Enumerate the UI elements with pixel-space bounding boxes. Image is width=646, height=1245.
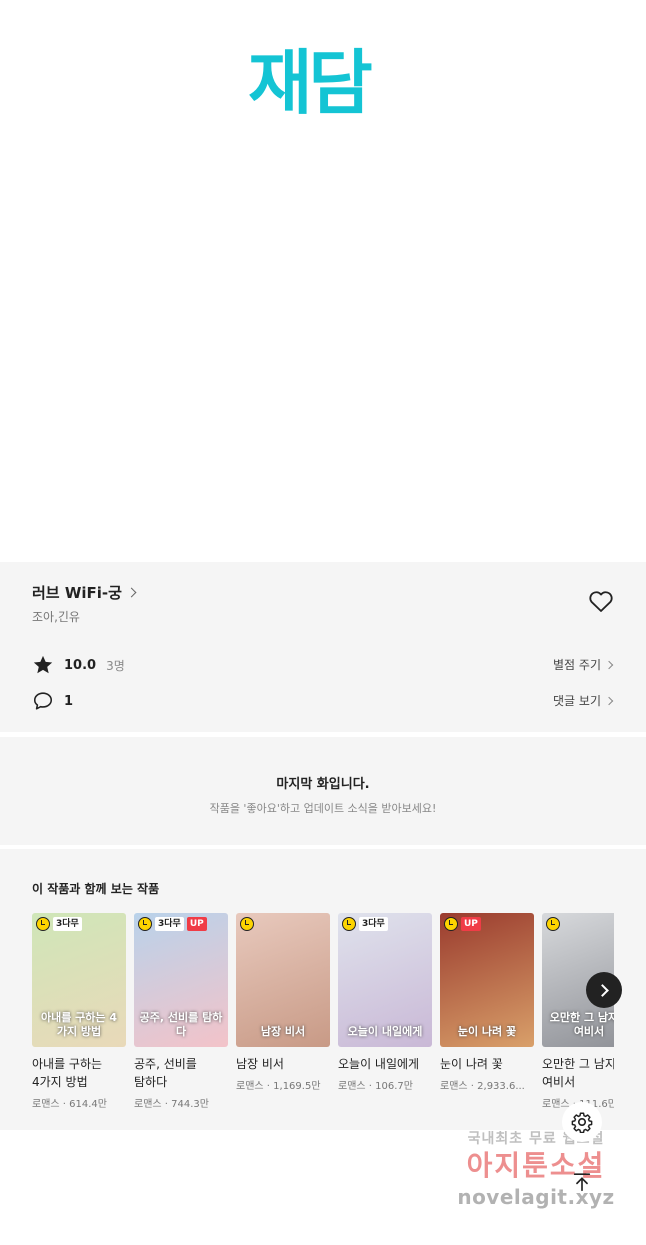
comment-count: 1 (64, 693, 74, 709)
separator: · (161, 1099, 172, 1110)
settings-button[interactable] (562, 1102, 602, 1142)
watermark: 국내최초 무료 웹소설 아지툰소설 novelagit.xyz (446, 1128, 626, 1210)
work-title: 러브 WiFi-궁 (32, 584, 122, 602)
last-episode-notice: 마지막 화입니다. 작품을 '좋아요'하고 업데이트 소식을 받아보세요! (0, 737, 646, 845)
genre: 로맨스 (542, 1099, 570, 1110)
recommendation-meta: 로맨스 · 744.3만 (134, 1095, 228, 1110)
jaedam-logo: 재담 (248, 42, 373, 124)
view-count: 744.3만 (171, 1099, 209, 1110)
separator: · (59, 1099, 70, 1110)
recommendation-meta: 로맨스 · 1,169.5만 (236, 1077, 330, 1092)
clock-icon (138, 917, 152, 931)
recommendation-card[interactable]: 오만한 그 남자의 여비서오만한 그 남지 여비서로맨스 · 111.6만 (542, 913, 614, 1110)
separator: · (467, 1081, 478, 1092)
viewer-area: 재담 (0, 0, 646, 560)
genre: 로맨스 (338, 1081, 366, 1092)
arrow-up-icon (573, 1173, 591, 1192)
chevron-right-icon (604, 660, 614, 669)
recommendation-card[interactable]: 3다무 아내를 구하는 4가지 방법 아내를 구하는 4가지 방법 로맨스 · 614… (32, 913, 126, 1110)
view-count: 614.4만 (69, 1099, 107, 1110)
separator: · (263, 1081, 274, 1092)
cover-image[interactable]: 3다무 UP 공주, 선비를 탐하다 (134, 913, 228, 1047)
view-comments-button[interactable]: 댓글 보기 (553, 692, 614, 709)
clock-icon (342, 917, 356, 931)
recommendation-title: 아내를 구하는 4가지 방법 (32, 1057, 103, 1089)
recommendation-meta: 로맨스 · 106.7만 (338, 1077, 432, 1092)
recommendation-carousel[interactable]: 3다무 아내를 구하는 4가지 방법 아내를 구하는 4가지 방법 로맨스 · 614… (32, 913, 614, 1113)
heart-icon[interactable] (588, 590, 614, 614)
clock-icon (240, 917, 254, 931)
cover-image[interactable]: 3다무오늘이 내일에게 (338, 913, 432, 1047)
recommendations-section: 이 작품과 함께 보는 작품 3다무 아내를 구하는 4가지 방법 아내를 구하는 … (0, 849, 646, 1130)
badge-group: 3다무 (36, 917, 82, 931)
cover-title-art: 공주, 선비를 탐하다 (139, 1011, 223, 1038)
work-title-link[interactable]: 러브 WiFi-궁 (32, 582, 137, 603)
chevron-right-icon (595, 983, 609, 997)
work-info-panel: 러브 WiFi-궁 조아,긴유 10.0 3명 별점 주기 1 댓글 보기 (0, 562, 646, 732)
rate-button[interactable]: 별점 주기 (553, 656, 614, 673)
badge-group: UP (444, 917, 481, 931)
badge-group: 3다무 UP (138, 917, 207, 931)
rating-row: 10.0 3명 (32, 654, 125, 676)
view-count: 106.7만 (375, 1081, 413, 1092)
wait-free-badge: 3다무 (155, 917, 184, 931)
recommendations-heading: 이 작품과 함께 보는 작품 (32, 882, 160, 896)
clock-icon (444, 917, 458, 931)
recommendation-card[interactable]: 3다무 오늘이 내일에게 오늘이 내일에게 로맨스 · 106.7만 (338, 913, 432, 1092)
recommendation-title: 오만한 그 남지 여비서 (542, 1057, 614, 1089)
star-icon (33, 655, 53, 674)
genre: 로맨스 (236, 1081, 264, 1092)
recommendation-title: 오늘이 내일에게 (338, 1057, 420, 1071)
carousel-next-button[interactable] (586, 972, 622, 1008)
view-count: 2,933.6... (477, 1081, 525, 1092)
recommendation-meta: 로맨스 · 614.4만 (32, 1095, 126, 1110)
genre: 로맨스 (134, 1099, 162, 1110)
cover-title-art: 오늘이 내일에게 (347, 1025, 423, 1038)
recommendation-meta: 로맨스 · 2,933.6... (440, 1077, 534, 1092)
recommendation-title: 남장 비서 (236, 1057, 284, 1071)
recommendation-card[interactable]: 3다무 UP 공주, 선비를 탐하다 공주, 선비를 탐하다 로맨스 · 744.3만 (134, 913, 228, 1110)
badge-group (546, 917, 560, 931)
genre: 로맨스 (32, 1099, 60, 1110)
wait-free-badge: 3다무 (359, 917, 388, 931)
rater-count: 3명 (106, 658, 125, 673)
rating-value: 10.0 (64, 657, 97, 673)
comment-bubble-icon (33, 692, 53, 710)
up-badge: UP (186, 917, 207, 931)
genre: 로맨스 (440, 1081, 468, 1092)
gear-icon (571, 1112, 593, 1133)
last-episode-title: 마지막 화입니다. (276, 777, 370, 792)
recommendation-title: 공주, 선비를 탐하다 (134, 1057, 197, 1089)
badge-group (240, 917, 254, 931)
wait-free-badge: 3다무 (53, 917, 82, 931)
cover-title-art: 남장 비서 (260, 1025, 306, 1038)
scroll-top-button[interactable] (562, 1162, 602, 1202)
chevron-right-icon (604, 696, 614, 705)
recommendation-card[interactable]: UP 눈이 나려 꽃 눈이 나려 꽃 로맨스 · 2,933.6... (440, 913, 534, 1092)
up-badge: UP (461, 917, 481, 931)
cover-image[interactable]: 남장 비서 (236, 913, 330, 1047)
clock-icon (546, 917, 560, 931)
last-episode-subtitle: 작품을 '좋아요'하고 업데이트 소식을 받아보세요! (209, 802, 437, 815)
rate-button-label: 별점 주기 (553, 658, 601, 672)
cover-title-art: 아내를 구하는 4가지 방법 (40, 1011, 118, 1038)
cover-image[interactable]: UP 눈이 나려 꽃 (440, 913, 534, 1047)
cover-title-art: 눈이 나려 꽃 (457, 1025, 517, 1038)
view-count: 1,169.5만 (273, 1081, 321, 1092)
cover-title-art: 오만한 그 남자의 여비서 (549, 1011, 614, 1038)
view-comments-label: 댓글 보기 (553, 694, 601, 708)
comment-row: 1 (32, 690, 73, 712)
clock-icon (36, 917, 50, 931)
work-author: 조아,긴유 (32, 610, 80, 624)
recommendation-title: 눈이 나려 꽃 (440, 1057, 503, 1071)
separator: · (365, 1081, 376, 1092)
chevron-right-icon (126, 587, 137, 598)
badge-group: 3다무 (342, 917, 388, 931)
cover-image[interactable]: 3다무아내를 구하는 4가지 방법 (32, 913, 126, 1047)
recommendation-card[interactable]: 남장 비서 남장 비서 로맨스 · 1,169.5만 (236, 913, 330, 1092)
